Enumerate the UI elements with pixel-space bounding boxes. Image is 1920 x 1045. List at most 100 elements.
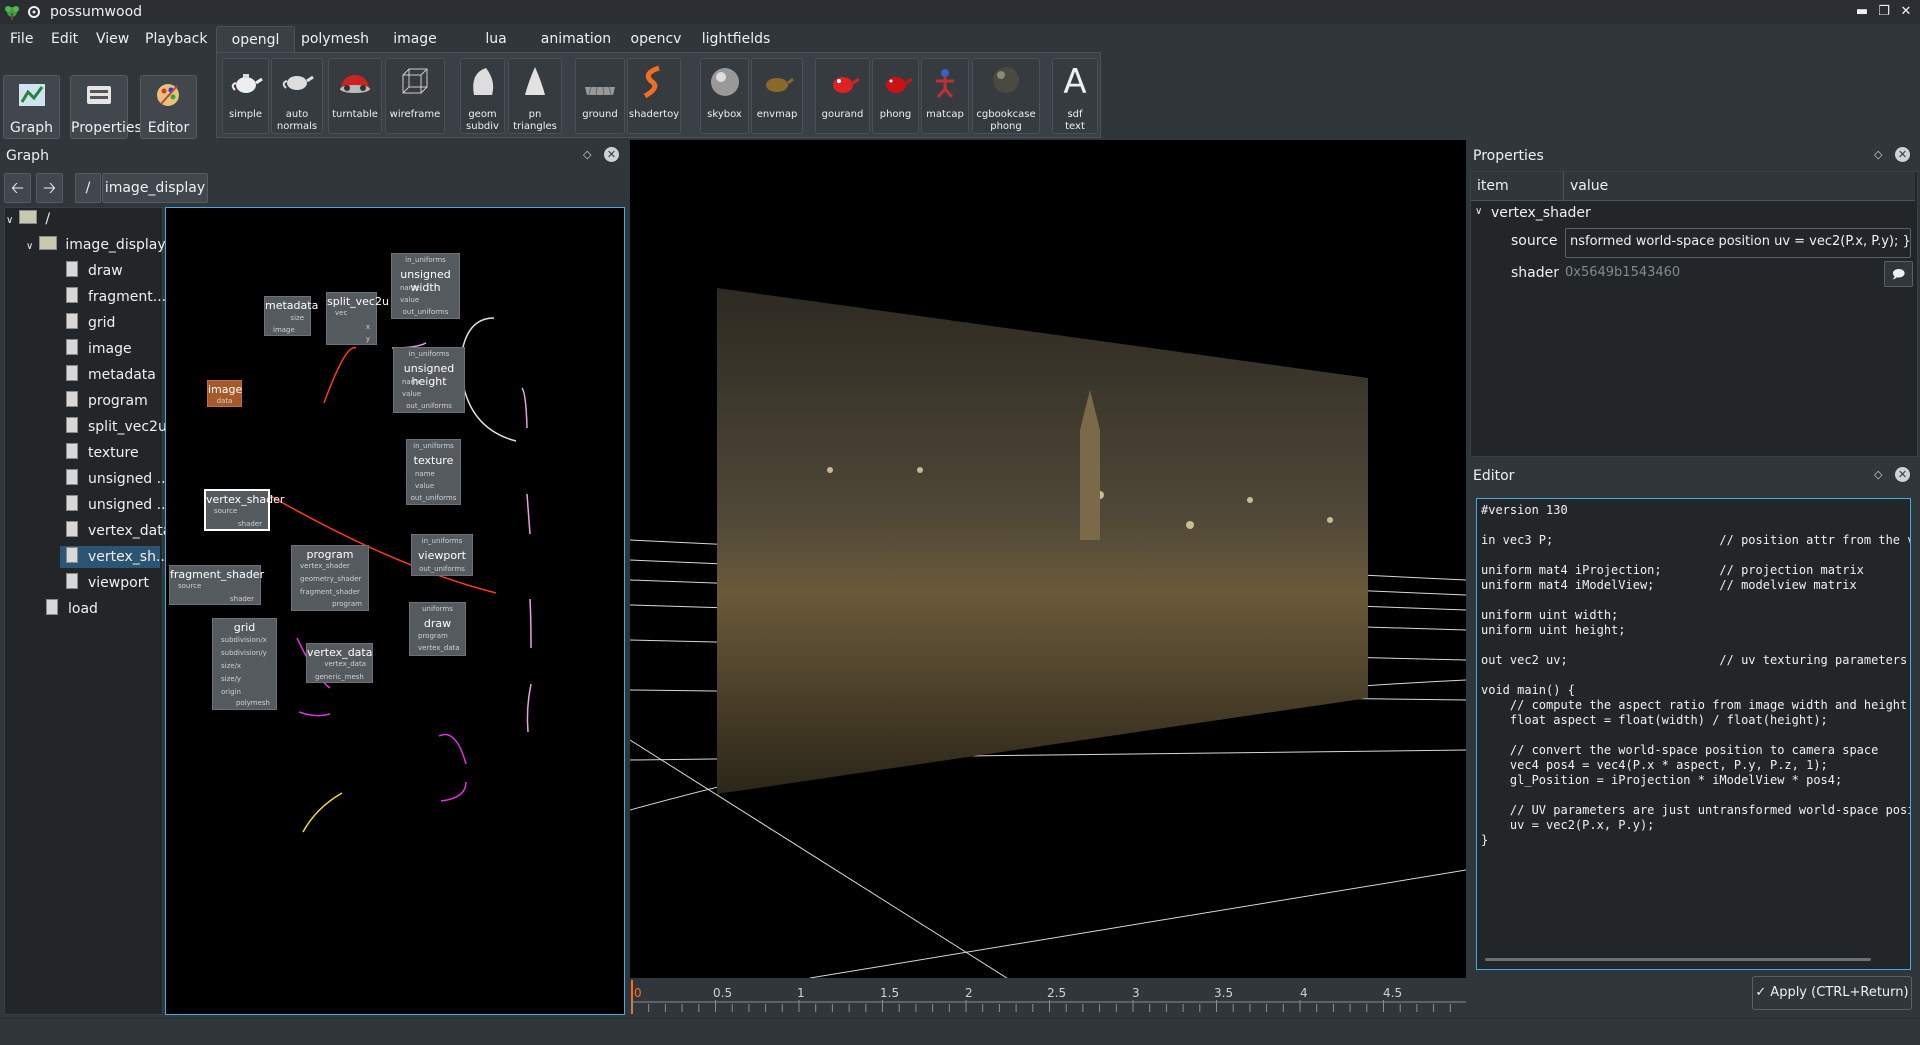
- graph-node-vertex-shader[interactable]: vertex_shader source shader: [204, 489, 284, 531]
- tree-item-viewport[interactable]: viewport: [66, 572, 149, 594]
- tree-item-split-vec2u[interactable]: split_vec2u: [66, 416, 167, 438]
- column-header-value[interactable]: value: [1570, 178, 1608, 194]
- graph-node-texture[interactable]: in_uniforms texture name value out_unifo…: [406, 439, 461, 505]
- graph-node-split-vec2u[interactable]: split_vec2u vec x y: [326, 292, 389, 345]
- column-header-item[interactable]: item: [1477, 178, 1509, 194]
- tab-lua[interactable]: lua: [469, 26, 523, 52]
- properties-mode-button[interactable]: Properties: [70, 75, 142, 139]
- node-port[interactable]: shader: [238, 520, 262, 528]
- tree-item-metadata[interactable]: metadata: [66, 364, 156, 386]
- node-port[interactable]: in_uniforms: [412, 537, 472, 545]
- node-port[interactable]: value: [400, 296, 419, 304]
- tree-item-load[interactable]: load: [46, 598, 98, 620]
- graph-mode-button[interactable]: Graph: [3, 75, 60, 139]
- graph-node-viewport[interactable]: in_uniforms viewport out_uniforms: [411, 534, 473, 576]
- node-port[interactable]: name: [402, 378, 422, 386]
- node-port[interactable]: vertex_shader: [300, 562, 350, 570]
- tab-image[interactable]: image: [383, 26, 447, 52]
- node-port[interactable]: data: [208, 397, 241, 405]
- tree-item-grid[interactable]: grid: [66, 312, 115, 334]
- shelf-simple-button[interactable]: simple: [222, 58, 269, 134]
- forward-button[interactable]: 🡢: [36, 173, 63, 203]
- shelf-turntable-button[interactable]: turntable: [328, 58, 382, 134]
- tree-item-image[interactable]: image: [66, 338, 132, 360]
- source-field[interactable]: nsformed world-space position uv = vec2(…: [1565, 228, 1911, 258]
- shelf-envmap-button[interactable]: envmap: [751, 58, 803, 134]
- node-port[interactable]: fragment_shader: [300, 588, 360, 596]
- node-port[interactable]: source: [178, 582, 201, 590]
- tree-item-image-display[interactable]: ∨ image_display: [26, 234, 166, 256]
- shelf-cgbookcase-phong-button[interactable]: cgbookcase phong: [972, 58, 1040, 134]
- shelf-phong-button[interactable]: phong: [872, 58, 919, 134]
- path-root-button[interactable]: /: [75, 173, 101, 203]
- back-button[interactable]: 🡠: [4, 173, 31, 203]
- graph-node-program[interactable]: program vertex_shader geometry_shader fr…: [291, 545, 369, 611]
- tab-opencv[interactable]: opencv: [625, 26, 687, 52]
- node-port[interactable]: geometry_shader: [300, 575, 361, 583]
- node-port[interactable]: out_uniforms: [392, 308, 459, 316]
- menu-file[interactable]: File: [10, 31, 33, 47]
- minimize-icon[interactable]: ▬: [1852, 2, 1872, 22]
- graph-node-fragment-shader[interactable]: fragment_shader source shader: [169, 565, 264, 605]
- node-port[interactable]: value: [415, 482, 434, 490]
- graph-node-metadata[interactable]: metadata size image: [264, 296, 318, 336]
- tab-lightfields[interactable]: lightfields: [694, 26, 778, 52]
- node-port[interactable]: polymesh: [236, 699, 270, 707]
- node-port[interactable]: in_uniforms: [394, 350, 464, 358]
- graph-node-image[interactable]: image data: [207, 380, 242, 407]
- node-port[interactable]: uniforms: [410, 605, 465, 613]
- shelf-auto-normals-button[interactable]: auto normals: [271, 58, 323, 134]
- node-port[interactable]: size: [290, 314, 304, 322]
- code-text[interactable]: #version 130 in vec3 P; // position attr…: [1481, 503, 1910, 848]
- node-port[interactable]: name: [415, 470, 435, 478]
- node-port[interactable]: size/x: [221, 662, 241, 670]
- timeline[interactable]: 0 0.5 1 1.5 2 2.5 3 3.5 4 4.5: [630, 978, 1466, 1014]
- tree-item-root[interactable]: ∨ /: [6, 208, 50, 230]
- shelf-shadertoy-button[interactable]: shadertoy: [627, 58, 681, 134]
- node-port[interactable]: in_uniforms: [392, 256, 459, 264]
- node-port[interactable]: out_uniforms: [407, 494, 460, 502]
- float-icon[interactable]: ◇: [1874, 148, 1882, 161]
- node-port[interactable]: generic_mesh: [315, 673, 364, 681]
- node-port[interactable]: origin: [221, 688, 241, 696]
- graph-canvas[interactable]: metadata size image split_vec2u vec x y …: [165, 207, 625, 1015]
- tree-item-unsigned-width[interactable]: unsigned ...: [66, 468, 170, 490]
- tree-item-vertex-data[interactable]: vertex_data: [66, 520, 171, 542]
- node-port[interactable]: y: [366, 335, 370, 343]
- node-port[interactable]: subdivision/y: [221, 649, 267, 657]
- tree-item-texture[interactable]: texture: [66, 442, 139, 464]
- tree-item-fragment-shader[interactable]: fragment...: [66, 286, 166, 308]
- graph-node-unsigned-height[interactable]: in_uniforms unsigned height name value o…: [393, 347, 465, 413]
- graph-node-unsigned-width[interactable]: in_uniforms unsigned width name value ou…: [391, 253, 460, 319]
- path-current-button[interactable]: image_display: [102, 173, 208, 203]
- node-port[interactable]: value: [402, 390, 421, 398]
- graph-node-vertex-data[interactable]: vertex_data vertex_data generic_mesh: [306, 643, 373, 683]
- node-port[interactable]: x: [366, 323, 370, 331]
- close-icon[interactable]: ✕: [1895, 147, 1910, 162]
- apply-button[interactable]: ✓ Apply (CTRL+Return): [1752, 976, 1912, 1010]
- editor-mode-button[interactable]: Editor: [140, 75, 197, 139]
- tree-item-program[interactable]: program: [66, 390, 148, 412]
- tree-item-vertex-shader[interactable]: vertex_sh...: [66, 546, 169, 568]
- node-port[interactable]: out_uniforms: [412, 565, 472, 573]
- node-port[interactable]: image: [273, 326, 295, 334]
- close-icon[interactable]: ✕: [1896, 2, 1916, 22]
- tree-item-unsigned-height[interactable]: unsigned ...: [66, 494, 170, 516]
- node-port[interactable]: out_uniforms: [394, 402, 464, 410]
- tree-item-draw[interactable]: draw: [66, 260, 123, 282]
- shelf-wireframe-button[interactable]: wireframe: [385, 58, 445, 134]
- float-icon[interactable]: ◇: [583, 148, 591, 161]
- chevron-down-icon[interactable]: ∨: [1475, 206, 1482, 217]
- node-port[interactable]: program: [418, 632, 448, 640]
- 3d-viewport[interactable]: [630, 140, 1466, 978]
- menu-edit[interactable]: Edit: [51, 31, 78, 47]
- shelf-gourand-button[interactable]: gourand: [815, 58, 870, 134]
- shelf-ground-button[interactable]: ground: [575, 58, 625, 134]
- code-editor[interactable]: #version 130 in vec3 P; // position attr…: [1476, 498, 1911, 970]
- node-port[interactable]: name: [400, 284, 420, 292]
- maximize-icon[interactable]: ❐: [1874, 2, 1894, 22]
- open-editor-button[interactable]: 🗩: [1884, 261, 1913, 287]
- horizontal-scrollbar[interactable]: [1485, 958, 1871, 961]
- graph-node-grid[interactable]: grid subdivision/x subdivision/y size/x …: [212, 618, 277, 710]
- chevron-down-icon[interactable]: ∨: [6, 215, 13, 226]
